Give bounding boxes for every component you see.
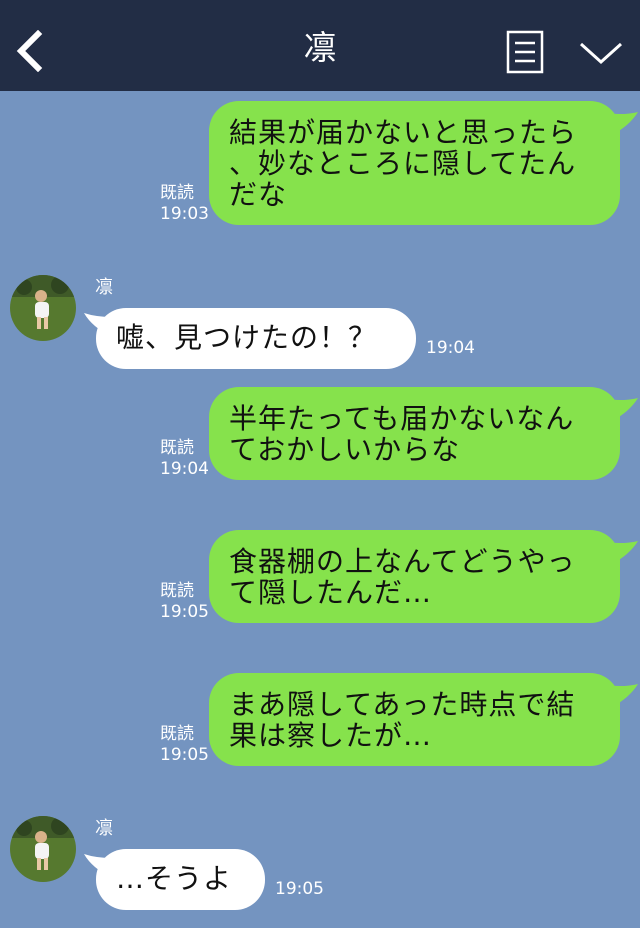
message-bubble[interactable]: …そうよ [96,849,265,910]
message-bubble[interactable]: 嘘、見つけたの！？ [96,308,416,369]
message-bubble[interactable]: 食器棚の上なんてどうやっ て隠したんだ… [209,530,620,623]
chat-header: 凛 [0,0,640,91]
read-receipt: 既読 [160,183,194,203]
sender-name: 凛 [95,277,113,298]
read-receipt: 既読 [160,724,194,744]
message-bubble[interactable]: 半年たっても届かないなん ておかしいからな [209,387,620,480]
chat-title: 凛 [303,28,337,67]
message-meta: 既読 19:05 [160,724,209,766]
message-time: 19:05 [160,745,209,765]
sender-name: 凛 [95,818,113,839]
message-meta: 既読 19:05 [160,581,209,623]
message-bubble[interactable]: 結果が届かないと思ったら 、妙なところに隠してたん だな [209,101,620,225]
note-menu-icon[interactable] [506,30,544,74]
avatar[interactable] [10,816,76,882]
read-receipt: 既読 [160,581,194,601]
message-time: 19:04 [426,338,475,358]
chevron-down-icon[interactable] [578,38,624,68]
avatar[interactable] [10,275,76,341]
message-meta: 既読 19:03 [160,183,209,225]
message-bubble[interactable]: まあ隠してあった時点で結 果は察したが… [209,673,620,766]
message-time: 19:05 [275,879,324,899]
avatar-photo [10,275,76,341]
message-meta: 既読 19:04 [160,438,209,480]
message-time: 19:04 [160,459,209,479]
avatar-photo [10,816,76,882]
message-time: 19:03 [160,204,209,224]
message-time: 19:05 [160,602,209,622]
read-receipt: 既読 [160,438,194,458]
